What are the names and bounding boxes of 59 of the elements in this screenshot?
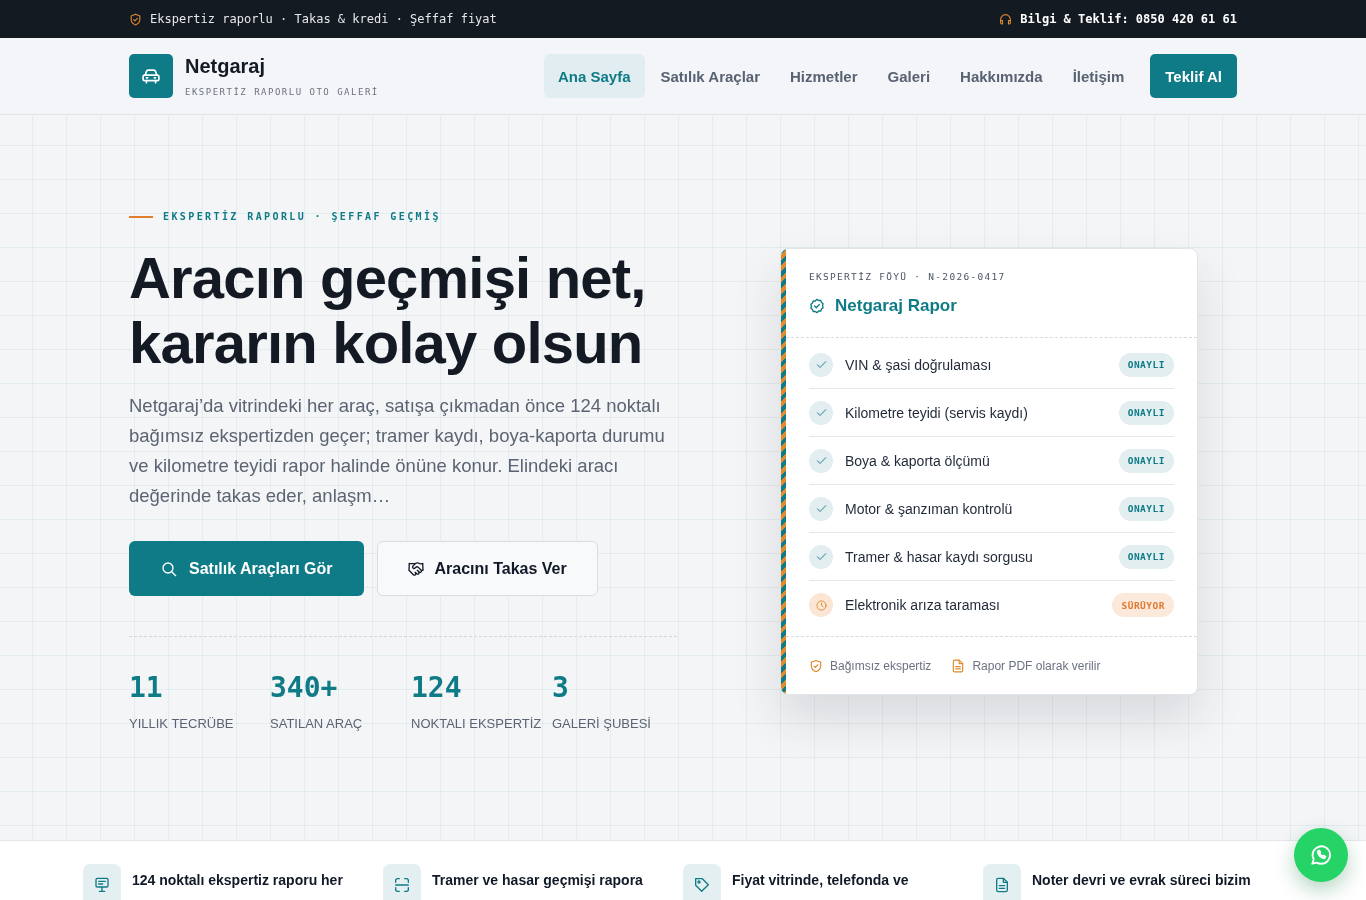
feature-title: 124 noktalı ekspertiz raporu her [132,871,343,889]
check-label: Boya & kaporta ölçümü [845,451,991,470]
chat-bubble-phone-icon [1310,844,1332,866]
brand-tagline: EKSPERTİZ RAPORLU OTO GALERİ [185,86,379,98]
headset-icon [999,12,1013,26]
card-title: Netgaraj Rapor [835,295,957,317]
shield-check-icon [129,12,142,26]
stat-value: 340+ [270,671,339,705]
card-footer-text: Rapor PDF olarak verilir [972,657,1101,674]
stat-label: GALERİ ŞUBESİ [552,716,652,732]
clock-icon [809,593,833,617]
check-icon [809,496,833,521]
nav-link[interactable]: Hizmetler [776,54,872,98]
trade-in-button[interactable]: Aracını Takas Ver [377,541,598,596]
document-icon [951,658,966,673]
tagline-text: Ekspertiz raporlu · Takas & kredi · Şeffaf fiyat [150,11,497,27]
check-label: Kilometre teyidi (servis kaydı) [845,403,1029,422]
feature-title: Noter devri ve evrak süreci bizim [1032,871,1251,889]
card-footer-text: Bağımsız ekspertiz [830,657,932,674]
feature-title: Tramer ve hasar geçmişi rapora [432,871,643,889]
status-pill: SÜRÜYOR [1112,593,1174,617]
nav-link[interactable]: Hakkımızda [946,54,1057,98]
status-pill: ONAYLI [1118,544,1174,569]
card-eyebrow-text: EKSPERTİZ FÖYÜ · N-2026-0417 [809,271,1007,283]
stat-label: SATILAN ARAÇ [270,716,364,732]
nav-link[interactable]: Satılık Araçlar [646,54,774,98]
search-icon [161,560,177,577]
check-icon [809,544,833,569]
stat-label: YILLIK TECRÜBE [129,716,235,732]
check-label: Tramer & hasar kaydı sorgusu [845,547,1034,566]
stat-label: NOKTALI EKSPERTİZ [411,716,543,732]
stat-value: 124 [411,671,463,705]
handshake-icon [408,560,425,577]
shield-check-icon [809,658,823,673]
check-icon [809,400,833,425]
car-logo-icon [129,54,173,98]
feature-title: Fiyat vitrinde, telefonda ve [732,871,909,889]
nav-link[interactable]: İletişim [1058,54,1139,98]
brand-name: Netgaraj [185,54,267,78]
check-icon [809,352,833,377]
status-pill: ONAYLI [1118,352,1174,377]
stat-value: 3 [552,671,570,705]
quote-button[interactable]: Teklif Al [1150,54,1237,98]
contact-phone-text: Bilgi & Teklif: 0850 420 61 61 [1020,11,1237,27]
eyebrow-text: EKSPERTİZ RAPORLU · ŞEFFAF GEÇMİŞ [163,211,441,223]
status-pill: ONAYLI [1118,448,1174,473]
check-label: Elektronik arıza taraması [845,596,1001,614]
nav-link[interactable]: Galeri [873,54,945,98]
browse-cars-button[interactable]: Satılık Araçları Gör [129,541,365,596]
nav-link[interactable]: Ana Sayfa [543,54,645,98]
status-pill: ONAYLI [1118,400,1174,425]
stat-value: 11 [129,671,164,705]
check-icon [809,448,833,473]
hero-heading: Aracın geçmişi net, kararın kolay olsun [129,245,647,375]
badge-check-icon [809,298,825,314]
check-label: VIN & şasi doğrulaması [845,355,993,374]
check-label: Motor & şanzıman kontrolü [845,499,1014,518]
hero-paragraph: Netgaraj’da vitrindeki her araç, satışa çıkmadan önce 124 noktalı bağımsız ekspertizden geçer; tramer kaydı, boya-kaporta durumu ve kilometre teyidi rapor halinde önüne konur. Elindeki aracı değerinde takas eder, anlaşm… [129,394,666,508]
status-pill: ONAYLI [1118,496,1174,521]
